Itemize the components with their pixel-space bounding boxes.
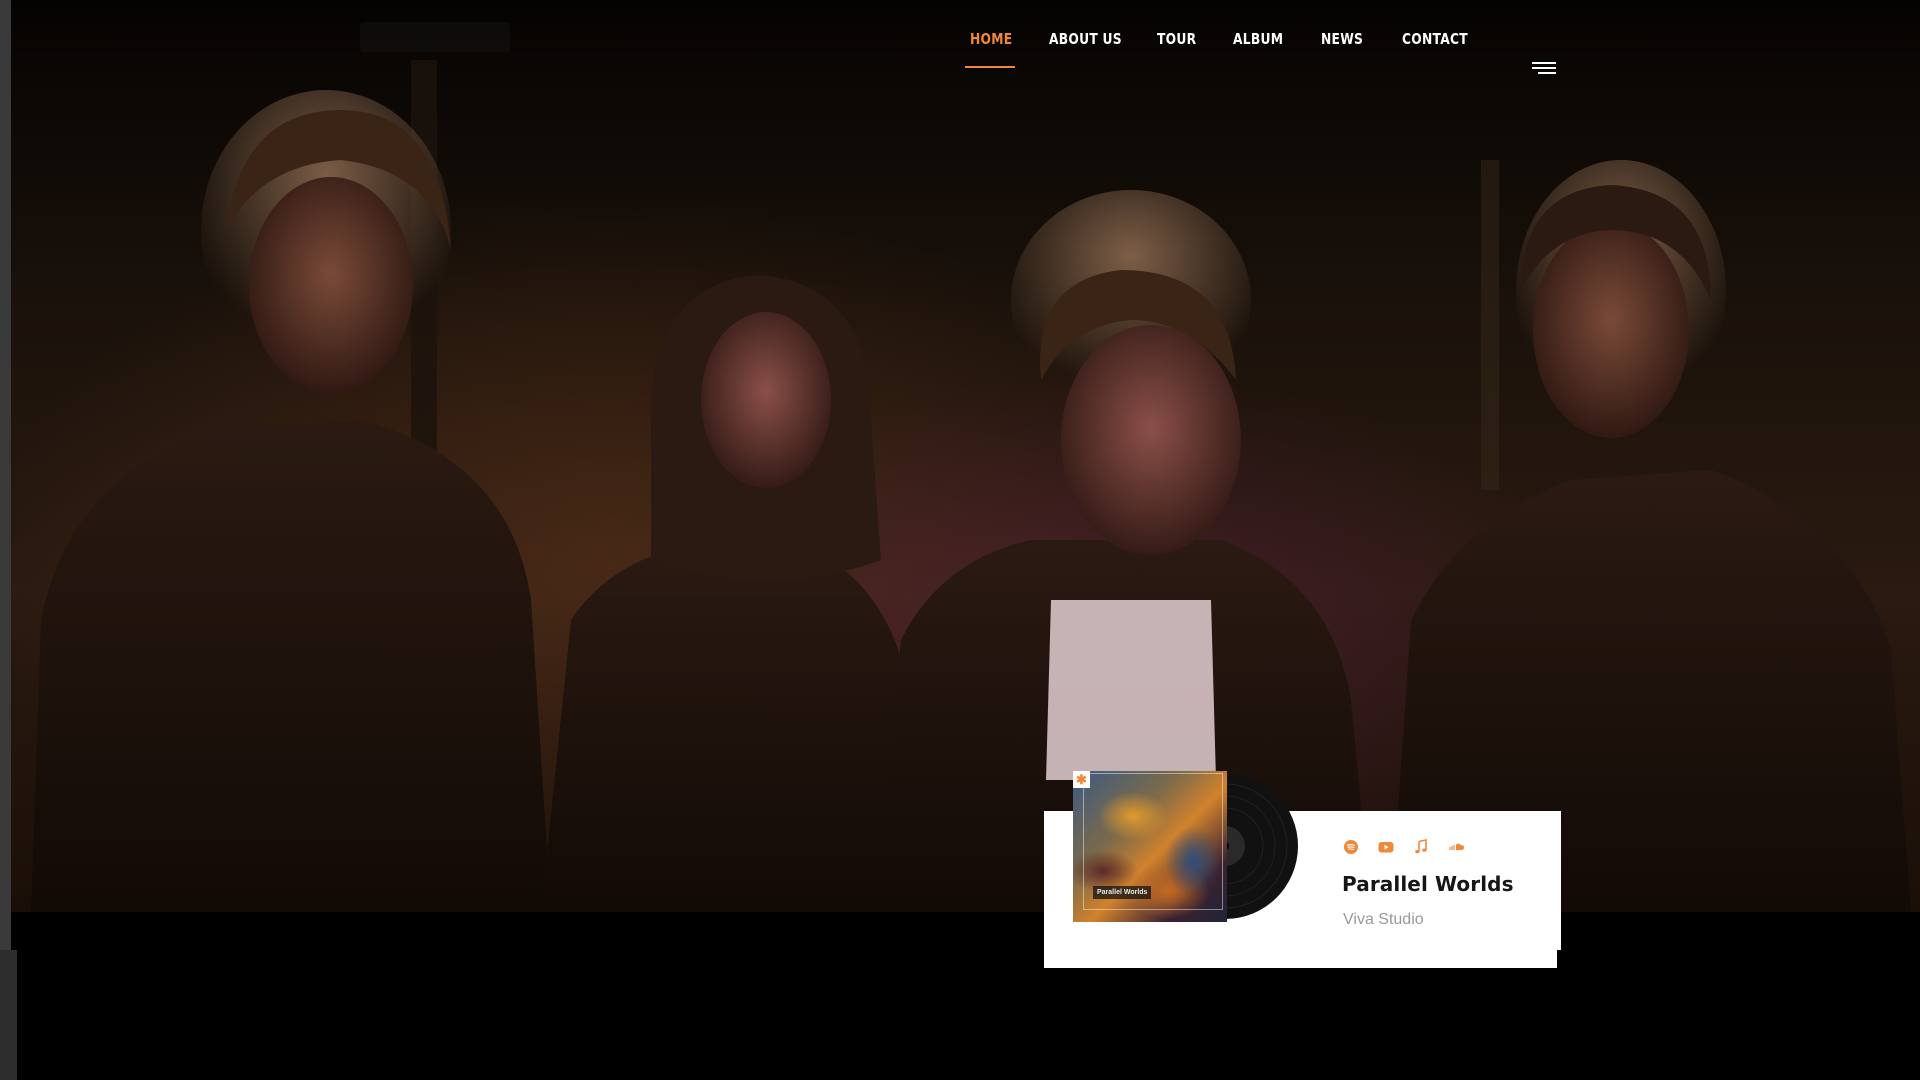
album-cover[interactable]: ✱ Parallel Worlds — [1073, 771, 1227, 922]
soundcloud-icon[interactable] — [1446, 838, 1464, 856]
band-member-4 — [1391, 160, 1911, 912]
band-member-1 — [31, 90, 551, 912]
page: HOME ABOUT US TOUR ALBUM NEWS CONTACT ✱ … — [0, 0, 1920, 1080]
nav-news[interactable]: NEWS — [1321, 30, 1363, 48]
music-note-icon[interactable] — [1412, 838, 1430, 856]
album-title[interactable]: Parallel Worlds — [1342, 872, 1514, 896]
band-silhouettes — [31, 60, 1911, 912]
nav-active-underline — [965, 66, 1015, 68]
nav-home[interactable]: HOME — [970, 30, 1012, 48]
left-edge-bar — [0, 0, 11, 950]
cover-title-tag: Parallel Worlds — [1093, 886, 1152, 899]
main-navigation: HOME ABOUT US TOUR ALBUM NEWS CONTACT — [0, 30, 1920, 80]
hamburger-menu-icon[interactable] — [1530, 62, 1556, 78]
left-edge-bar-lower — [0, 950, 17, 1080]
spotify-icon[interactable] — [1342, 838, 1360, 856]
nav-tour[interactable]: TOUR — [1157, 30, 1196, 48]
nav-contact[interactable]: CONTACT — [1402, 30, 1468, 48]
asterisk-icon: ✱ — [1073, 771, 1090, 788]
card-edge — [1557, 950, 1561, 968]
youtube-icon[interactable] — [1377, 838, 1395, 856]
nav-about-us[interactable]: ABOUT US — [1049, 30, 1122, 48]
band-member-2 — [541, 275, 921, 912]
hero-band-photo — [11, 0, 1920, 912]
nav-album[interactable]: ALBUM — [1233, 30, 1283, 48]
album-studio: Viva Studio — [1343, 911, 1424, 928]
